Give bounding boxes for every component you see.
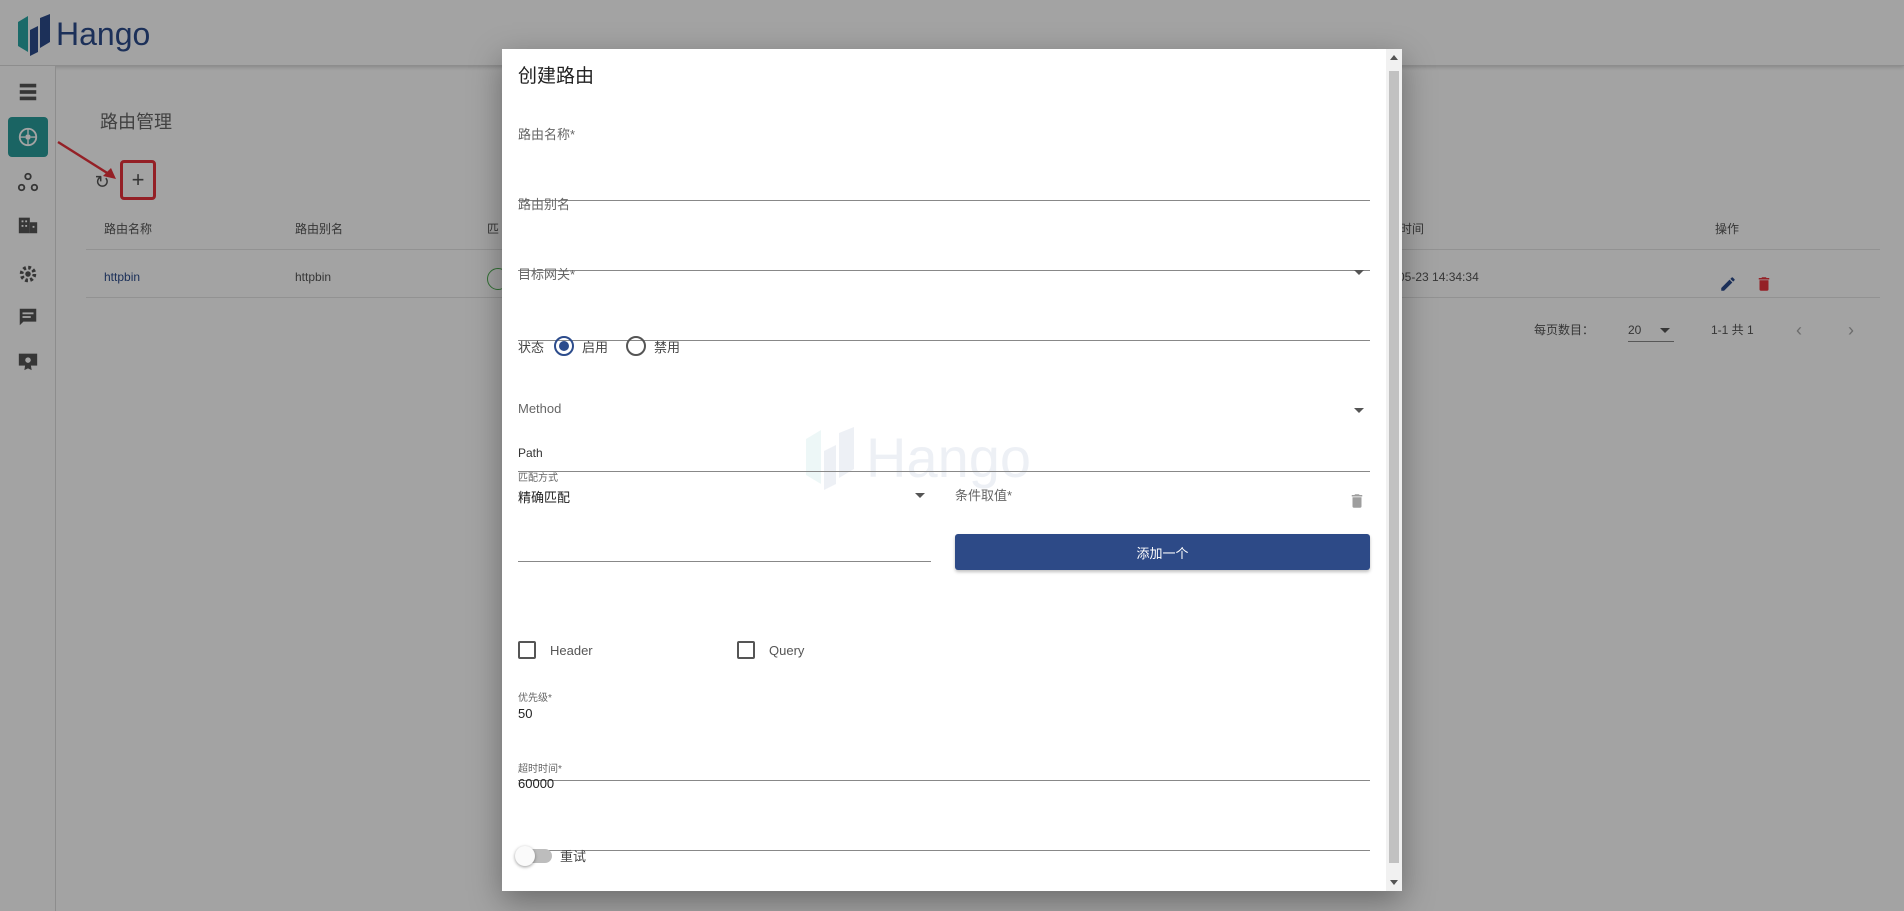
method-label: Method: [518, 401, 562, 416]
chevron-down-icon: [915, 493, 925, 498]
route-name-label: 路由名称*: [518, 127, 576, 142]
header-checkbox[interactable]: [518, 641, 536, 659]
trash-icon[interactable]: [1348, 491, 1366, 511]
route-alias-label: 路由别名: [518, 197, 571, 212]
method-select[interactable]: Method: [518, 401, 1370, 472]
match-mode-select[interactable]: 匹配方式 精确匹配: [518, 469, 931, 562]
timeout-field[interactable]: 超时时间* 60000: [518, 760, 1370, 851]
chevron-down-icon: [1354, 270, 1364, 275]
retry-toggle[interactable]: 重试: [515, 845, 587, 866]
scroll-up-icon[interactable]: [1390, 55, 1398, 60]
dialog-title: 创建路由: [518, 66, 595, 87]
header-checkbox-item[interactable]: Header: [518, 638, 593, 662]
status-disabled-radio[interactable]: [626, 336, 647, 356]
scrollbar-thumb[interactable]: [1389, 71, 1399, 863]
timeout-label: 超时时间*: [518, 764, 562, 775]
query-checkbox-item[interactable]: Query: [737, 638, 804, 662]
status-label: 状态: [518, 339, 545, 355]
route-alias-field[interactable]: 路由别名: [518, 194, 1370, 271]
priority-value: 50: [518, 706, 533, 721]
retry-switch[interactable]: [515, 845, 552, 866]
dialog-scrollbar[interactable]: [1386, 49, 1402, 891]
match-mode-label: 匹配方式: [518, 473, 558, 484]
scroll-down-icon[interactable]: [1390, 880, 1398, 885]
add-one-button[interactable]: 添加一个: [955, 534, 1370, 570]
chevron-down-icon: [1354, 408, 1364, 413]
status-enabled-label[interactable]: 启用: [582, 337, 608, 356]
retry-switch-knob: [515, 845, 535, 866]
retry-label: 重试: [560, 849, 587, 864]
priority-label: 优先级*: [518, 693, 552, 704]
condition-value-label: 条件取值*: [955, 488, 1013, 503]
status-radio-group: 状态 启用 禁用: [518, 334, 680, 358]
query-checkbox-label: Query: [769, 642, 805, 658]
timeout-value: 60000: [518, 776, 555, 791]
create-route-dialog: Hango 创建路由 路由名称* 路由别名 目标网关* 状态 启用 禁用 Met…: [502, 49, 1402, 891]
status-enabled-radio[interactable]: [554, 336, 575, 356]
route-name-field[interactable]: 路由名称*: [518, 124, 1370, 201]
query-checkbox[interactable]: [737, 641, 755, 659]
match-mode-value: 精确匹配: [518, 490, 571, 505]
path-section-label: Path: [518, 446, 543, 460]
target-gateway-select[interactable]: 目标网关*: [518, 264, 1370, 341]
status-disabled-label[interactable]: 禁用: [654, 337, 680, 356]
target-gateway-label: 目标网关*: [518, 267, 576, 282]
header-checkbox-label: Header: [550, 642, 593, 658]
